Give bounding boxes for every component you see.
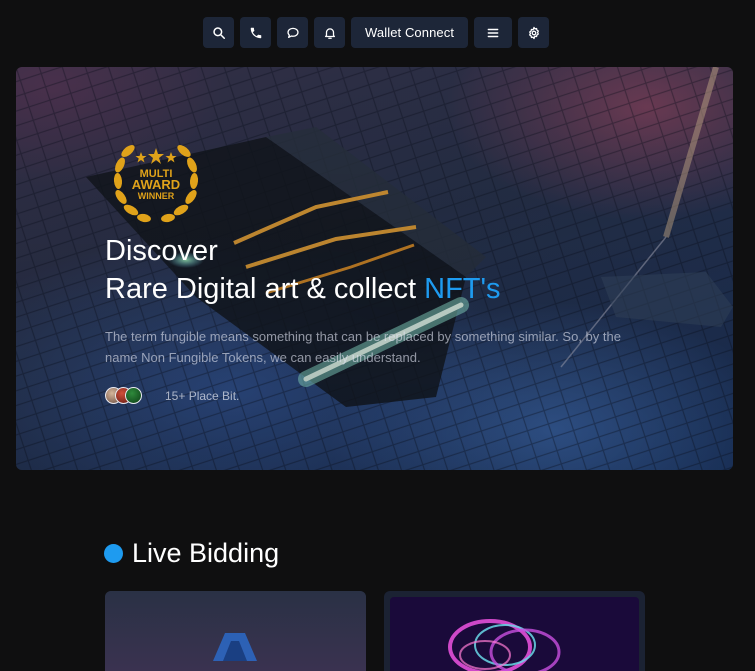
hero-description: The term fungible means something that c… bbox=[105, 329, 621, 365]
award-line2: AWARD bbox=[132, 177, 180, 192]
phone-button[interactable] bbox=[240, 17, 271, 48]
search-button[interactable] bbox=[203, 17, 234, 48]
wallet-connect-label: Wallet Connect bbox=[365, 25, 455, 40]
menu-icon bbox=[487, 28, 499, 37]
bell-icon bbox=[324, 27, 335, 39]
search-icon bbox=[212, 26, 225, 39]
hero-banner: MULTI AWARD WINNER Discover Rare Digital… bbox=[16, 67, 733, 470]
settings-button[interactable] bbox=[518, 17, 550, 48]
hero-meta: 15+ Place Bit. bbox=[105, 387, 239, 404]
chat-icon bbox=[286, 27, 299, 38]
live-bidding-title: Live Bidding bbox=[132, 538, 280, 568]
menu-button[interactable] bbox=[474, 17, 513, 48]
chat-button[interactable] bbox=[277, 17, 308, 48]
bidder-avatars bbox=[105, 387, 142, 404]
place-bit-count: 15+ Place Bit. bbox=[165, 388, 240, 403]
hero-title: Discover Rare Digital art & collect NFT'… bbox=[105, 232, 501, 308]
phone-icon bbox=[250, 27, 261, 38]
award-line3: WINNER bbox=[138, 191, 175, 201]
nft-card-image bbox=[390, 597, 639, 671]
hero-title-line2-prefix: Rare Digital art & collect bbox=[105, 273, 425, 305]
live-indicator-dot bbox=[104, 544, 123, 563]
notifications-button[interactable] bbox=[314, 17, 345, 48]
multi-award-winner-badge: MULTI AWARD WINNER bbox=[113, 145, 199, 223]
hero-title-line2: Rare Digital art & collect NFT's bbox=[105, 270, 501, 308]
hero-title-line1: Discover bbox=[105, 235, 218, 267]
avatar[interactable] bbox=[125, 387, 142, 404]
live-bidding-heading: Live Bidding bbox=[104, 538, 279, 569]
hero-title-accent: NFT's bbox=[424, 273, 501, 305]
nft-card[interactable] bbox=[105, 591, 366, 671]
wallet-connect-button[interactable]: Wallet Connect bbox=[351, 17, 469, 48]
nft-card[interactable] bbox=[384, 591, 645, 671]
top-toolbar: Wallet Connect bbox=[203, 17, 550, 48]
nft-card-image bbox=[105, 591, 366, 671]
gear-icon bbox=[528, 26, 539, 39]
